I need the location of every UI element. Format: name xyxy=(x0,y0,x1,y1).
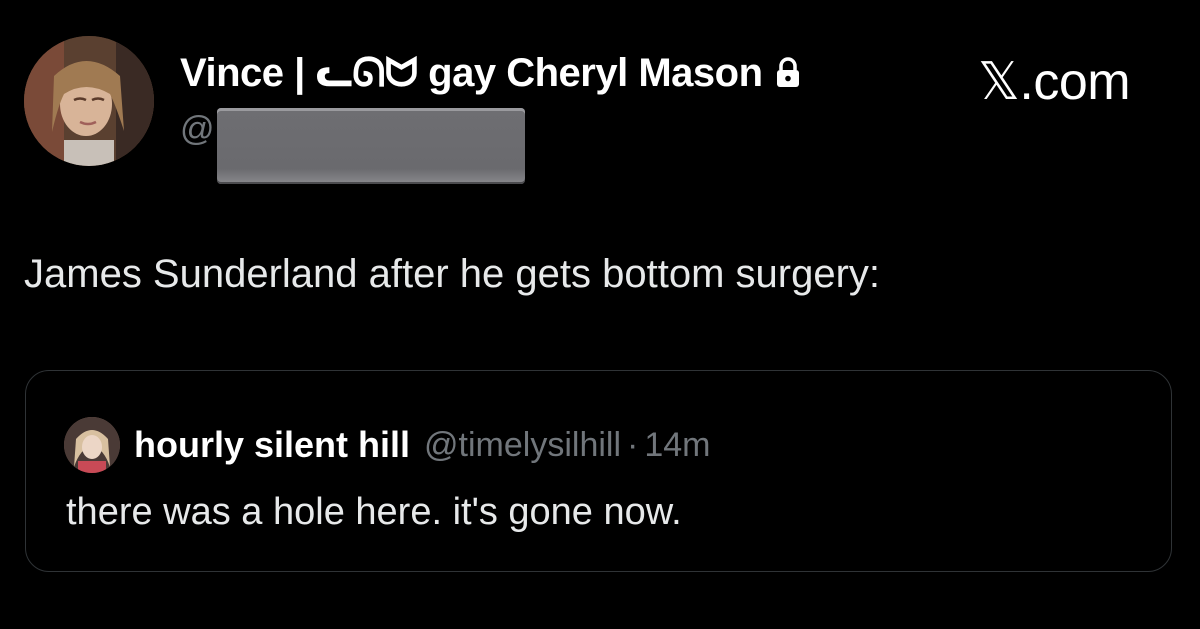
x-brand-watermark: 𝕏.com xyxy=(978,53,1131,111)
avatar-portrait-icon xyxy=(24,36,154,166)
quoted-tweet-card[interactable]: hourly silent hill @timelysilhill · 14m … xyxy=(25,370,1172,572)
tweet-text: James Sunderland after he gets bottom su… xyxy=(24,252,881,296)
quoted-handle[interactable]: @timelysilhill xyxy=(424,426,621,465)
profile-avatar[interactable] xyxy=(24,36,154,166)
author-handle-prefix: @ xyxy=(180,110,215,148)
author-handle-row: @ xyxy=(180,108,525,184)
quoted-profile-avatar[interactable] xyxy=(64,417,120,473)
quoted-display-name[interactable]: hourly silent hill xyxy=(134,424,410,466)
quoted-avatar-portrait-icon xyxy=(64,417,120,473)
quoted-tweet-text: there was a hole here. it's gone now. xyxy=(66,491,682,533)
quoted-separator: · xyxy=(627,425,639,464)
lock-icon xyxy=(775,57,801,89)
quoted-tweet-header: hourly silent hill @timelysilhill · 14m xyxy=(64,417,710,473)
redacted-handle xyxy=(216,108,525,184)
author-display-name-row: Vince | ᓚᘏᗢ gay Cheryl Mason xyxy=(180,50,801,96)
quoted-timestamp[interactable]: 14m xyxy=(644,426,710,465)
author-display-name[interactable]: Vince | ᓚᘏᗢ gay Cheryl Mason xyxy=(180,50,763,96)
